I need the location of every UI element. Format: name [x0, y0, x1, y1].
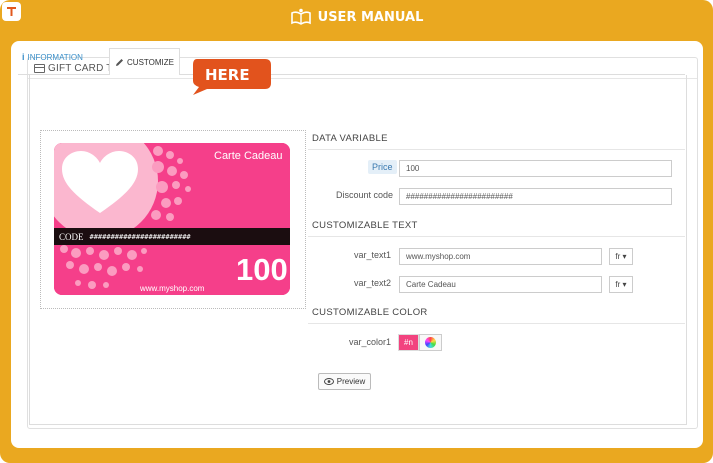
- discount-code-label: Discount code: [336, 190, 394, 200]
- customizable-color-heading: CUSTOMIZABLE COLOR: [312, 307, 428, 318]
- var-color1-label: var_color1: [349, 337, 392, 347]
- price-label: Price: [368, 160, 397, 174]
- var-text2-input[interactable]: Carte Cadeau: [399, 276, 602, 293]
- card-code-bar: CODE ########################: [54, 228, 290, 245]
- customizable-text-heading: CUSTOMIZABLE TEXT: [312, 220, 418, 231]
- data-variable-heading: DATA VARIABLE: [312, 133, 388, 144]
- preview-button[interactable]: Preview: [318, 373, 371, 390]
- card-title: Carte Cadeau: [214, 150, 283, 162]
- card-amount: 100: [236, 252, 288, 287]
- pencil-icon: [116, 58, 124, 66]
- preview-button-label: Preview: [336, 377, 366, 386]
- card-code-label: CODE: [59, 231, 84, 242]
- color-wheel-icon: [425, 337, 436, 348]
- var-text1-input[interactable]: www.myshop.com: [399, 248, 602, 265]
- var-text2-label: var_text2: [354, 278, 392, 288]
- section-divider: [308, 149, 685, 150]
- var-text1-label: var_text1: [354, 250, 392, 260]
- tab-information[interactable]: i INFORMATION: [22, 46, 83, 68]
- info-icon: i: [22, 52, 25, 62]
- section-divider: [308, 323, 685, 324]
- var-text1-lang-dropdown[interactable]: fr ▾: [609, 248, 633, 265]
- price-input[interactable]: 100: [399, 160, 672, 177]
- eye-icon: [323, 378, 334, 385]
- discount-code-input[interactable]: ########################: [399, 188, 672, 205]
- window-title-text: USER MANUAL: [317, 9, 424, 25]
- book-icon: [290, 8, 311, 25]
- card-site: www.myshop.com: [140, 284, 205, 293]
- tab-information-label: INFORMATION: [27, 52, 83, 62]
- var-color1-input[interactable]: #n: [398, 334, 419, 351]
- card-code-value: ########################: [89, 232, 191, 241]
- window-title: USER MANUAL: [0, 4, 713, 30]
- tab-customize-label: CUSTOMIZE: [127, 57, 174, 67]
- var-text2-lang-dropdown[interactable]: fr ▾: [609, 276, 633, 293]
- color-picker-button[interactable]: [419, 334, 442, 351]
- section-divider: [308, 236, 685, 237]
- tab-customize[interactable]: CUSTOMIZE: [109, 48, 180, 75]
